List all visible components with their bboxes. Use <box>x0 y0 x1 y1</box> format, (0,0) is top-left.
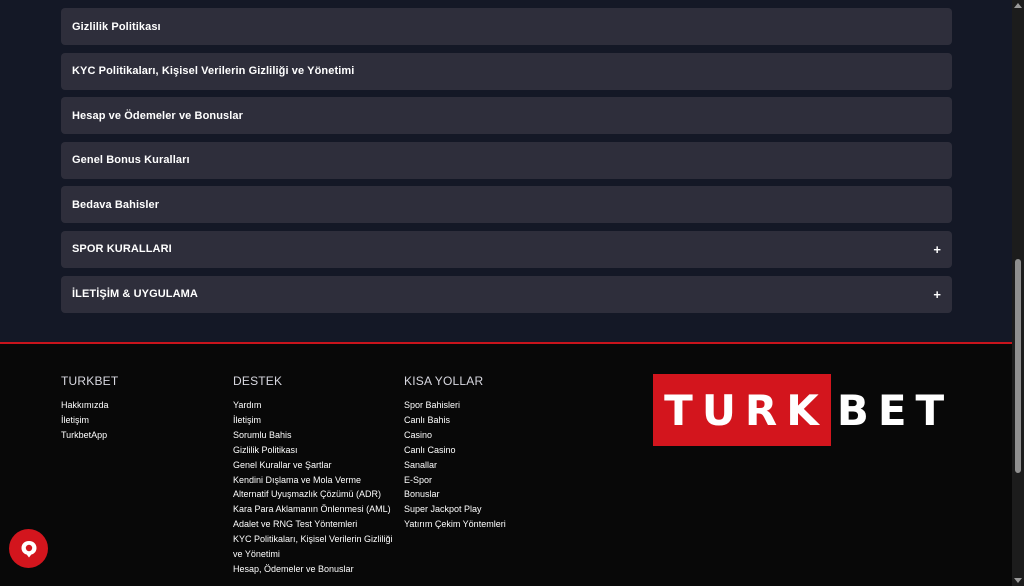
live-chat-button[interactable] <box>9 529 48 568</box>
accordion-label: Bedava Bahisler <box>72 198 160 211</box>
footer-link[interactable]: KYC Politikaları, Kişisel Verilerin Gizl… <box>233 532 398 562</box>
main-content: Gizlilik Politikası KYC Politikaları, Ki… <box>0 0 1012 343</box>
scroll-up-arrow-icon[interactable] <box>1014 3 1022 8</box>
rules-accordion: Gizlilik Politikası KYC Politikaları, Ki… <box>61 8 952 320</box>
page-scrollbar[interactable] <box>1012 0 1024 586</box>
accordion-label: İLETİŞİM & UYGULAMA <box>72 288 198 301</box>
accordion-item-spor-kurallari[interactable]: SPOR KURALLARI + <box>61 230 952 268</box>
scroll-down-arrow-icon[interactable] <box>1014 578 1022 583</box>
plus-icon[interactable]: + <box>933 288 941 301</box>
accordion-label: KYC Politikaları, Kişisel Verilerin Gizl… <box>72 65 355 78</box>
accordion-item-hesap[interactable]: Hesap ve Ödemeler ve Bonuslar <box>61 97 952 135</box>
footer-link[interactable]: Hesap, Ödemeler ve Bonuslar <box>233 562 398 577</box>
footer-link[interactable]: Super Jackpot Play <box>404 502 506 517</box>
accordion-label: Hesap ve Ödemeler ve Bonuslar <box>72 109 244 122</box>
accordion-item-bonus-kurallari[interactable]: Genel Bonus Kuralları <box>61 141 952 179</box>
footer-link[interactable]: Sorumlu Bahis <box>233 428 398 443</box>
footer-link[interactable]: İletişim <box>61 413 118 428</box>
footer-link[interactable]: Casino <box>404 428 506 443</box>
accordion-item-iletisim-uygulama[interactable]: İLETİŞİM & UYGULAMA + <box>61 275 952 313</box>
footer-link[interactable]: Genel Kurallar ve Şartlar <box>233 458 398 473</box>
footer-link[interactable]: E-Spor <box>404 473 506 488</box>
accordion-item-kyc[interactable]: KYC Politikaları, Kişisel Verilerin Gizl… <box>61 52 952 90</box>
footer-link[interactable]: Alternatif Uyuşmazlık Çözümü (ADR) <box>233 487 398 502</box>
footer-link[interactable]: TurkbetApp <box>61 428 118 443</box>
footer-column-title: DESTEK <box>233 374 283 388</box>
footer-link[interactable]: Kendini Dışlama ve Mola Verme <box>233 473 398 488</box>
turkbet-logo[interactable]: TURK BET <box>653 374 951 446</box>
footer-link[interactable]: Hakkımızda <box>61 398 118 413</box>
accordion-label: SPOR KURALLARI <box>72 243 172 256</box>
footer-link[interactable]: Bonuslar <box>404 487 506 502</box>
footer-link[interactable]: Canlı Casino <box>404 443 506 458</box>
accordion-item-gizlilik[interactable]: Gizlilik Politikası <box>61 8 952 45</box>
scrollbar-thumb[interactable] <box>1015 259 1021 473</box>
accordion-item-bedava-bahisler[interactable]: Bedava Bahisler <box>61 186 952 224</box>
footer-column-title: TURKBET <box>61 374 119 388</box>
footer-link[interactable]: Kara Para Aklamanın Önlenmesi (AML) <box>233 502 398 517</box>
footer-column-destek: DESTEK Yardım İletişim Sorumlu Bahis Giz… <box>233 373 398 577</box>
footer-column-turkbet: TURKBET Hakkımızda İletişim TurkbetApp <box>61 373 118 443</box>
footer-column-kisa-yollar: KISA YOLLAR Spor Bahisleri Canlı Bahis C… <box>404 373 506 532</box>
footer-link[interactable]: Yardım <box>233 398 398 413</box>
footer-link[interactable]: İletişim <box>233 413 398 428</box>
footer-link[interactable]: Sanallar <box>404 458 506 473</box>
logo-bet-part: BET <box>836 385 954 435</box>
chat-bubble-icon <box>21 540 36 557</box>
footer-link[interactable]: Canlı Bahis <box>404 413 506 428</box>
accordion-label: Gizlilik Politikası <box>72 20 161 33</box>
accordion-label: Genel Bonus Kuralları <box>72 154 190 167</box>
site-footer: TURKBET Hakkımızda İletişim TurkbetApp D… <box>0 342 1012 586</box>
plus-icon[interactable]: + <box>933 243 941 256</box>
logo-turk-part: TURK <box>653 374 831 446</box>
footer-column-title: KISA YOLLAR <box>404 374 484 388</box>
footer-link[interactable]: Adalet ve RNG Test Yöntemleri <box>233 517 398 532</box>
footer-link[interactable]: Spor Bahisleri <box>404 398 506 413</box>
footer-link[interactable]: Yatırım Çekim Yöntemleri <box>404 517 506 532</box>
footer-link[interactable]: Gizlilik Politikası <box>233 443 398 458</box>
